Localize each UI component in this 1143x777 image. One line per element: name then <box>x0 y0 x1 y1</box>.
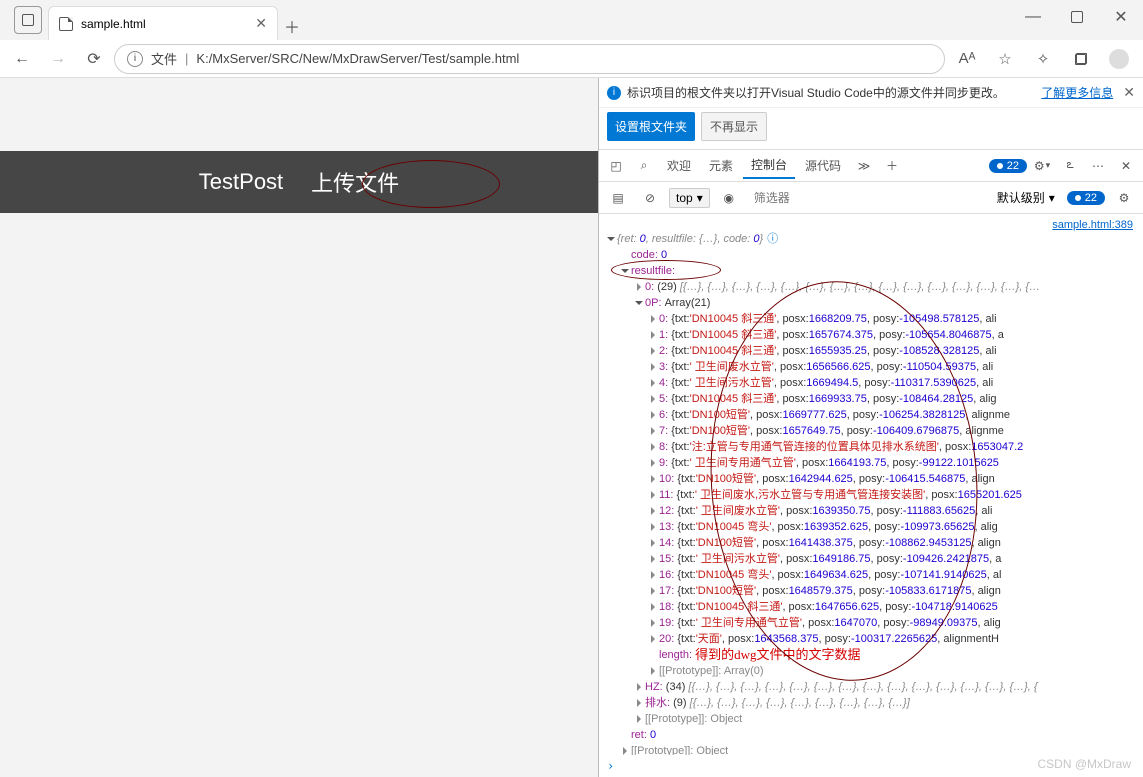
read-aloud-icon[interactable]: Aᴬ <box>949 43 985 75</box>
annotation-ellipse-resultfile <box>611 260 721 280</box>
back-button[interactable]: ← <box>6 43 38 75</box>
titlebar: sample.html ✕ ＋ — ✕ <box>0 0 1143 40</box>
page-icon <box>59 17 73 31</box>
devtools-tabs: ◰ ⌕ 欢迎 元素 控制台 源代码 ≫ ＋ 22 ⚙▾ ఽ ⋯ ✕ <box>599 150 1143 182</box>
console-settings-icon[interactable]: ⚙ <box>1111 185 1137 211</box>
tab-sources[interactable]: 源代码 <box>797 153 849 178</box>
console-toolbar: ▤ ⊘ top▾ ◉ 默认级别▾ 22 ⚙ <box>599 182 1143 214</box>
device-icon[interactable]: ⌕ <box>631 153 657 179</box>
close-window-button[interactable]: ✕ <box>1099 0 1143 34</box>
tab-welcome[interactable]: 欢迎 <box>659 153 699 178</box>
address-bar: ← → ⟳ i 文件 | K:/MxServer/SRC/New/MxDrawS… <box>0 40 1143 78</box>
level-selector[interactable]: 默认级别▾ <box>991 187 1061 208</box>
site-info-icon[interactable]: i <box>127 51 143 67</box>
url-separator: | <box>185 51 188 66</box>
sidebar-toggle-icon[interactable]: ▤ <box>605 185 631 211</box>
minimize-button[interactable]: — <box>1011 0 1055 34</box>
watermark: CSDN @MxDraw <box>1037 757 1131 771</box>
tab-console[interactable]: 控制台 <box>743 152 795 179</box>
more-icon[interactable]: ⋯ <box>1085 153 1111 179</box>
window-controls: — ✕ <box>1011 0 1143 34</box>
filter-input[interactable] <box>748 188 985 208</box>
settings-gear-icon[interactable]: ⚙▾ <box>1029 153 1055 179</box>
new-tab-button[interactable]: ＋ <box>278 12 306 40</box>
favorites-bar-icon[interactable]: ✧ <box>1025 43 1061 75</box>
url-path: K:/MxServer/SRC/New/MxDrawServer/Test/sa… <box>196 51 519 66</box>
url-box[interactable]: i 文件 | K:/MxServer/SRC/New/MxDrawServer/… <box>114 44 945 74</box>
context-selector[interactable]: top▾ <box>669 188 710 208</box>
source-link[interactable]: sample.html:389 <box>599 214 1143 231</box>
tab-overview-button[interactable] <box>14 6 42 34</box>
clear-console-icon[interactable]: ⊘ <box>637 185 663 211</box>
add-tab-icon[interactable]: ＋ <box>879 153 905 179</box>
learn-more-link[interactable]: 了解更多信息 <box>1041 84 1113 101</box>
close-tab-icon[interactable]: ✕ <box>255 15 267 32</box>
issues-badge[interactable]: 22 <box>989 159 1027 173</box>
dont-show-button[interactable]: 不再显示 <box>701 112 767 141</box>
console-output[interactable]: {ret: 0, resultfile: {…}, code: 0} ⓘ cod… <box>599 231 1143 755</box>
profile-icon[interactable] <box>1101 43 1137 75</box>
page-header-bar: TestPost 上传文件 <box>0 151 598 213</box>
content-area: TestPost 上传文件 i 标识项目的根文件夹以打开Visual Studi… <box>0 78 1143 777</box>
reload-button[interactable]: ⟳ <box>78 43 110 75</box>
info-actions: 设置根文件夹 不再显示 <box>599 108 1143 150</box>
more-tabs-icon[interactable]: ≫ <box>851 153 877 179</box>
collections-icon[interactable] <box>1063 43 1099 75</box>
page-viewport: TestPost 上传文件 <box>0 78 598 777</box>
forward-button[interactable]: → <box>42 43 74 75</box>
console-issues-badge[interactable]: 22 <box>1067 191 1105 205</box>
maximize-button[interactable] <box>1055 0 1099 34</box>
info-icon: i <box>607 86 621 100</box>
tab-elements[interactable]: 元素 <box>701 153 741 178</box>
close-info-icon[interactable]: ✕ <box>1123 84 1135 101</box>
testpost-label[interactable]: TestPost <box>199 169 283 195</box>
browser-window: sample.html ✕ ＋ — ✕ ← → ⟳ i 文件 | K:/MxSe… <box>0 0 1143 777</box>
tab-title: sample.html <box>81 17 146 31</box>
vscode-info-bar: i 标识项目的根文件夹以打开Visual Studio Code中的源文件并同步… <box>599 78 1143 108</box>
devtools-panel: i 标识项目的根文件夹以打开Visual Studio Code中的源文件并同步… <box>598 78 1143 777</box>
browser-tab[interactable]: sample.html ✕ <box>48 6 278 40</box>
live-expr-icon[interactable]: ◉ <box>716 185 742 211</box>
close-devtools-icon[interactable]: ✕ <box>1113 153 1139 179</box>
feedback-icon[interactable]: ఽ <box>1057 153 1083 179</box>
url-scheme: 文件 <box>151 49 177 68</box>
set-root-button[interactable]: 设置根文件夹 <box>607 112 695 141</box>
info-message: 标识项目的根文件夹以打开Visual Studio Code中的源文件并同步更改… <box>627 84 1005 101</box>
annotation-ellipse-testpost <box>362 160 500 208</box>
favorite-icon[interactable]: ☆ <box>987 43 1023 75</box>
inspect-icon[interactable]: ◰ <box>603 153 629 179</box>
tab-strip: sample.html ✕ ＋ <box>0 0 306 40</box>
